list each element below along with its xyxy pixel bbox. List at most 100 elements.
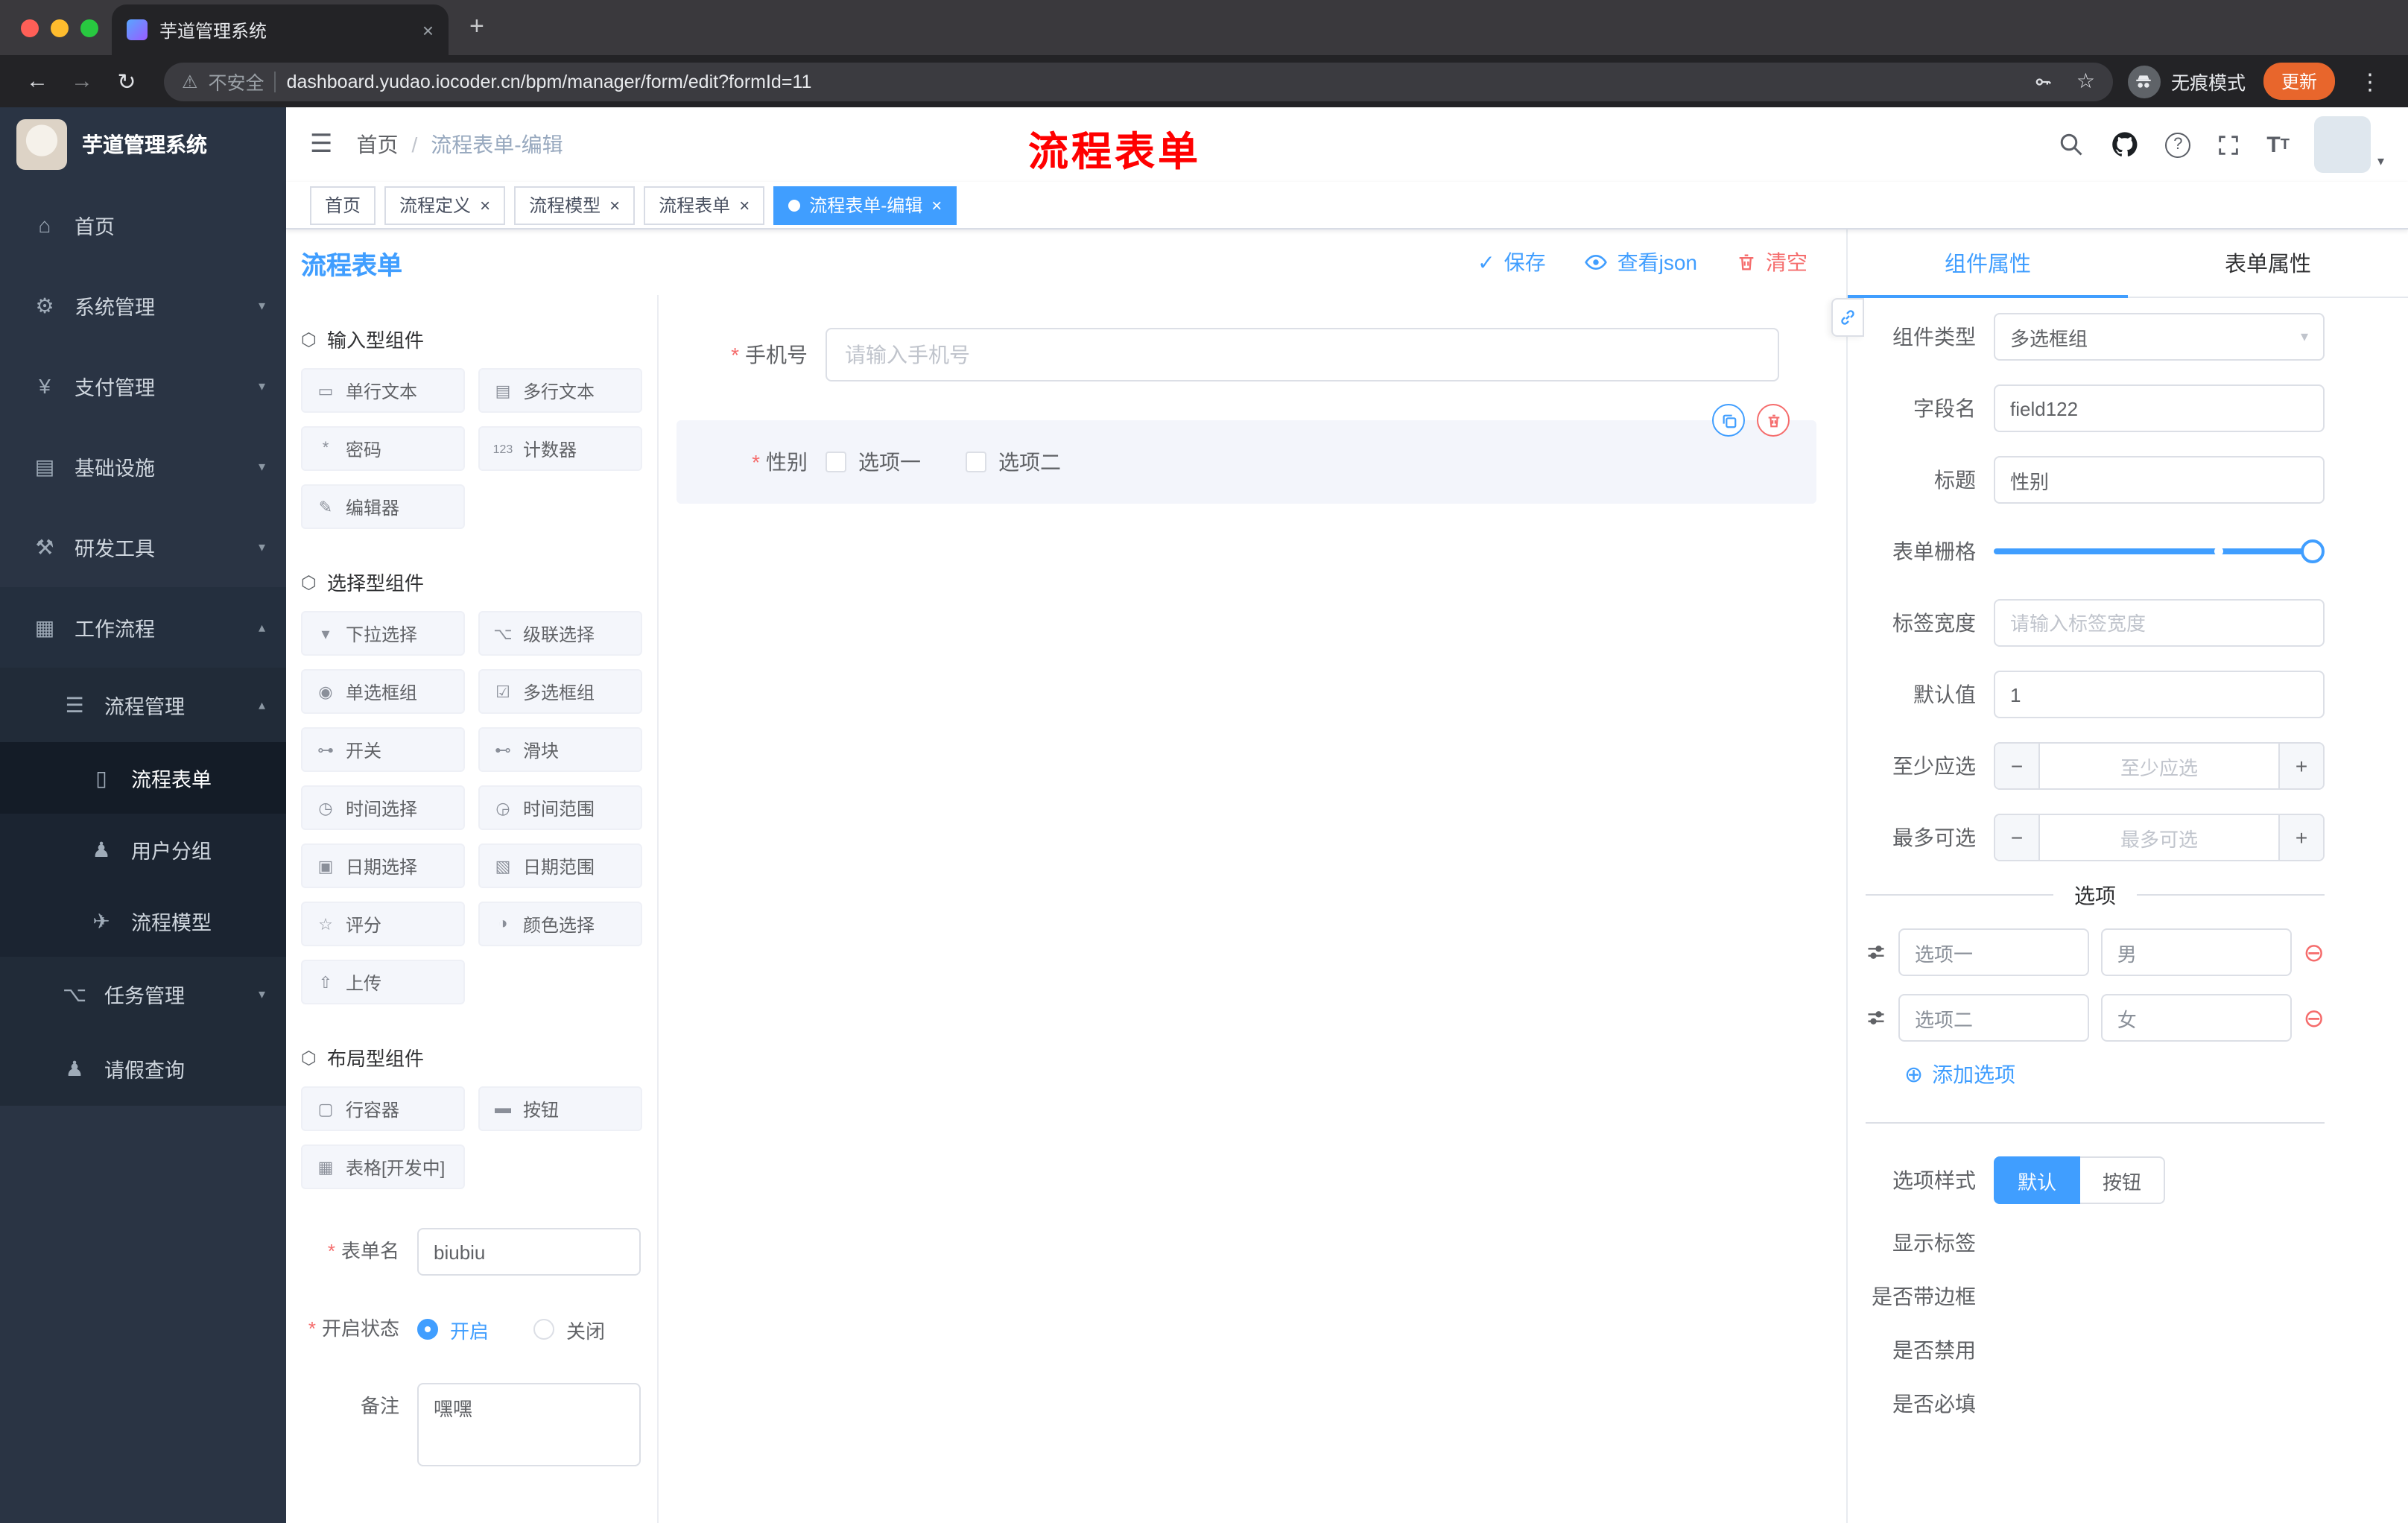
chip-date-range[interactable]: ▧ 日期范围: [478, 843, 642, 888]
field-phone[interactable]: 手机号: [677, 328, 1816, 381]
breadcrumb-home[interactable]: 首页: [357, 130, 399, 159]
slider-handle[interactable]: [2301, 539, 2325, 563]
plus-icon[interactable]: +: [2278, 815, 2323, 860]
reload-icon[interactable]: ↻: [104, 68, 149, 95]
sidebar-item-process-model[interactable]: ✈ 流程模型: [0, 885, 286, 957]
github-icon[interactable]: [2110, 130, 2140, 159]
field-name-input[interactable]: [1994, 384, 2325, 432]
chip-upload[interactable]: ⇧ 上传: [301, 960, 465, 1004]
min-select-value[interactable]: 至少应选: [2040, 744, 2278, 788]
sidebar-item-process-management[interactable]: ☰ 流程管理 ▴: [0, 668, 286, 742]
tab-form-props[interactable]: 表单属性: [2128, 229, 2408, 297]
new-tab-button[interactable]: +: [469, 12, 484, 42]
sidebar-item-workflow[interactable]: ▦ 工作流程 ▴: [0, 587, 286, 668]
chip-row-container[interactable]: ▢ 行容器: [301, 1086, 465, 1131]
radio-open[interactable]: 开启: [417, 1315, 489, 1343]
chip-select[interactable]: ▾ 下拉选择: [301, 611, 465, 656]
fullscreen-icon[interactable]: [2216, 132, 2241, 157]
tag-process-form-edit[interactable]: 流程表单-编辑 ×: [773, 186, 957, 224]
update-button[interactable]: 更新: [2263, 63, 2335, 100]
delete-widget-button[interactable]: [1757, 404, 1790, 437]
title-input[interactable]: [1994, 456, 2325, 504]
chip-password[interactable]: * 密码: [301, 426, 465, 471]
sidebar-item-leave-query[interactable]: ♟ 请假查询: [0, 1031, 286, 1106]
checkbox-option-1[interactable]: 选项一: [826, 447, 921, 477]
drag-handle-icon[interactable]: [1866, 942, 1886, 963]
field-gender-selected[interactable]: 性别 选项一 选项二: [677, 404, 1816, 504]
tag-process-model[interactable]: 流程模型 ×: [514, 186, 636, 224]
view-json-button[interactable]: 查看json: [1585, 247, 1697, 277]
label-width-input[interactable]: [1994, 599, 2325, 647]
grid-slider[interactable]: [1994, 528, 2325, 575]
tag-home[interactable]: 首页: [310, 186, 376, 224]
chip-slider[interactable]: ⊷ 滑块: [478, 727, 642, 772]
forward-icon[interactable]: →: [60, 69, 104, 94]
add-option-button[interactable]: ⊕ 添加选项: [1904, 1060, 2325, 1089]
minus-icon[interactable]: −: [1995, 815, 2040, 860]
chip-table[interactable]: ▦ 表格[开发中]: [301, 1144, 465, 1189]
sidebar-item-payment[interactable]: ¥ 支付管理 ▾: [0, 346, 286, 426]
style-button-button[interactable]: 按钮: [2080, 1156, 2166, 1204]
sidebar-item-home[interactable]: ⌂ 首页: [0, 185, 286, 265]
browser-tab[interactable]: 芋道管理系统 ×: [112, 4, 449, 55]
chip-editor[interactable]: ✎ 编辑器: [301, 484, 465, 529]
chip-time-picker[interactable]: ◷ 时间选择: [301, 785, 465, 830]
search-icon[interactable]: [2058, 131, 2085, 158]
address-bar[interactable]: ⚠ 不安全 dashboard.yudao.iocoder.cn/bpm/man…: [164, 62, 2113, 101]
remove-option-icon[interactable]: ⊖: [2304, 940, 2325, 965]
help-icon[interactable]: ?: [2165, 132, 2191, 157]
link-handle-button[interactable]: [1831, 298, 1864, 337]
drag-handle-icon[interactable]: [1866, 1007, 1886, 1028]
password-key-icon[interactable]: [2033, 71, 2054, 92]
style-default-button[interactable]: 默认: [1994, 1156, 2081, 1204]
hamburger-icon[interactable]: ☰: [310, 130, 333, 159]
close-icon[interactable]: ×: [931, 194, 942, 215]
chip-time-range[interactable]: ◶ 时间范围: [478, 785, 642, 830]
chip-button[interactable]: ▬ 按钮: [478, 1086, 642, 1131]
close-window-button[interactable]: [21, 19, 39, 37]
remove-option-icon[interactable]: ⊖: [2304, 1005, 2325, 1030]
checkbox-option-2[interactable]: 选项二: [966, 447, 1061, 477]
close-icon[interactable]: ×: [480, 194, 490, 215]
chip-cascader[interactable]: ⌥ 级联选择: [478, 611, 642, 656]
close-icon[interactable]: ×: [739, 194, 750, 215]
minimize-window-button[interactable]: [51, 19, 69, 37]
chip-checkbox-group[interactable]: ☑ 多选框组: [478, 669, 642, 714]
option-value-input[interactable]: [2100, 994, 2292, 1042]
chip-rate[interactable]: ☆ 评分: [301, 902, 465, 946]
browser-menu-icon[interactable]: ⋮: [2353, 68, 2387, 95]
chip-multi-line-text[interactable]: ▤ 多行文本: [478, 368, 642, 413]
chip-switch[interactable]: ⊶ 开关: [301, 727, 465, 772]
tab-component-props[interactable]: 组件属性: [1848, 229, 2128, 298]
sidebar-item-process-form[interactable]: ▯ 流程表单: [0, 742, 286, 814]
save-button[interactable]: ✓ 保存: [1477, 247, 1545, 277]
component-type-select[interactable]: 多选框组 ▾: [1994, 313, 2325, 361]
zoom-window-button[interactable]: [80, 19, 98, 37]
copy-widget-button[interactable]: [1712, 404, 1745, 437]
close-icon[interactable]: ×: [609, 194, 620, 215]
option-name-input[interactable]: [1898, 928, 2089, 976]
chip-single-line-text[interactable]: ▭ 单行文本: [301, 368, 465, 413]
tag-process-definition[interactable]: 流程定义 ×: [384, 186, 506, 224]
sidebar-item-infrastructure[interactable]: ▤ 基础设施 ▾: [0, 426, 286, 507]
sidebar-item-user-group[interactable]: ♟ 用户分组: [0, 814, 286, 885]
form-name-input[interactable]: [417, 1228, 641, 1276]
drawing-canvas[interactable]: 手机号 性别 选项一: [659, 295, 1846, 1523]
sidebar-item-task-management[interactable]: ⌥ 任务管理 ▾: [0, 957, 286, 1031]
radio-closed[interactable]: 关闭: [533, 1315, 605, 1343]
chip-date-picker[interactable]: ▣ 日期选择: [301, 843, 465, 888]
tab-close-icon[interactable]: ×: [422, 19, 434, 41]
chip-color-picker[interactable]: ◑ 颜色选择: [478, 902, 642, 946]
max-select-value[interactable]: 最多可选: [2040, 815, 2278, 860]
bookmark-star-icon[interactable]: ☆: [2076, 69, 2095, 94]
back-icon[interactable]: ←: [15, 69, 60, 94]
option-value-input[interactable]: [2100, 928, 2292, 976]
chip-radio-group[interactable]: ◉ 单选框组: [301, 669, 465, 714]
sidebar-item-system[interactable]: ⚙ 系统管理 ▾: [0, 265, 286, 346]
option-name-input[interactable]: [1898, 994, 2089, 1042]
minus-icon[interactable]: −: [1995, 744, 2040, 788]
phone-input[interactable]: [826, 328, 1779, 381]
plus-icon[interactable]: +: [2278, 744, 2323, 788]
form-remark-textarea[interactable]: 嘿嘿: [417, 1383, 641, 1466]
tag-process-form[interactable]: 流程表单 ×: [644, 186, 765, 224]
